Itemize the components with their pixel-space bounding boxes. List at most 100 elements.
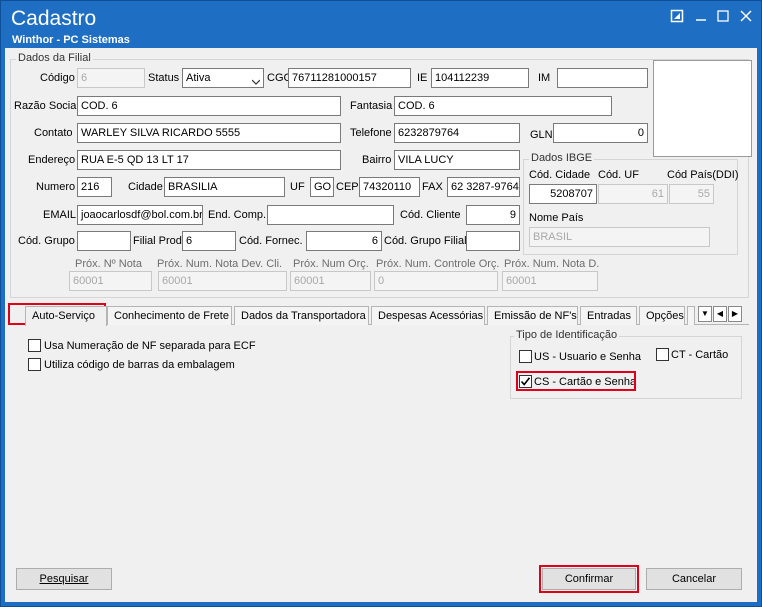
codigo-barras-label: Utiliza código de barras da embalagem: [44, 359, 235, 371]
im-label: IM: [538, 72, 551, 84]
email-field[interactable]: joaocarlosdf@bol.com.br: [77, 205, 203, 225]
ct-cartao-checkbox[interactable]: [656, 348, 669, 361]
prox-orc-label: Próx. Num Orç.: [293, 258, 369, 270]
chevron-down-icon: [251, 74, 261, 85]
contato-label: Contato: [34, 127, 73, 139]
tab-dados-transportadora[interactable]: Dados da Transportadora: [234, 306, 369, 325]
email-label: EMAIL: [43, 209, 77, 221]
numero-label: Numero: [36, 181, 76, 193]
razao-social-field[interactable]: COD. 6: [77, 96, 341, 116]
cod-uf-field[interactable]: 61: [598, 184, 668, 204]
codigo-label: Código: [40, 72, 75, 84]
cidade-label: Cidade: [128, 181, 163, 193]
gln-label: GLN: [530, 129, 553, 141]
status-select[interactable]: Ativa: [182, 68, 264, 88]
tab-entradas[interactable]: Entradas: [580, 306, 637, 325]
im-field[interactable]: [557, 68, 648, 88]
prox-nota-d-label: Próx. Num. Nota D.: [504, 258, 600, 270]
tab-menu-icon[interactable]: ▼: [698, 306, 712, 322]
cep-field[interactable]: 74320110: [359, 177, 420, 197]
cod-grupo-label: Cód. Grupo: [18, 235, 75, 247]
status-label: Status: [148, 72, 180, 84]
close-icon[interactable]: [738, 9, 754, 25]
prox-orc-field[interactable]: 60001: [290, 271, 371, 291]
cod-fornec-label: Cód. Fornec.: [239, 235, 303, 247]
cod-grupo-field[interactable]: [77, 231, 131, 251]
numero-field[interactable]: 216: [77, 177, 112, 197]
cidade-field[interactable]: BRASILIA: [164, 177, 285, 197]
restore-icon[interactable]: [669, 9, 685, 25]
ie-field[interactable]: 104112239: [431, 68, 529, 88]
window-title: Cadastro: [11, 7, 97, 30]
maximize-icon[interactable]: [715, 9, 731, 25]
tab-emissao-nfs[interactable]: Emissão de NF's: [487, 306, 578, 325]
bairro-field[interactable]: VILA LUCY: [394, 150, 520, 170]
dados-ibge-label: Dados IBGE: [529, 152, 595, 164]
tab-despesas-acessorias[interactable]: Despesas Acessórias: [371, 306, 485, 325]
fax-label: FAX: [422, 181, 443, 193]
endereco-label: Endereço: [28, 154, 76, 166]
cod-fornec-field[interactable]: 6: [306, 231, 382, 251]
minimize-icon[interactable]: [693, 9, 709, 25]
prox-dev-cli-field[interactable]: 60001: [158, 271, 287, 291]
highlight-confirmar-button: [539, 565, 639, 593]
cod-pais-label: Cód País(DDI): [667, 169, 739, 181]
cod-pais-field[interactable]: 55: [669, 184, 714, 204]
cod-uf-label: Cód. UF: [598, 169, 639, 181]
dados-filial-label: Dados da Filial: [16, 52, 93, 64]
form-client-area: Dados da Filial Código 6 Status Ativa CG…: [5, 48, 757, 602]
cod-cidade-label: Cód. Cidade: [529, 169, 591, 181]
codigo-barras-checkbox[interactable]: [28, 358, 41, 371]
tab-scroll-right-icon[interactable]: ▶: [728, 306, 742, 322]
prox-nota-label: Próx. Nº Nota: [75, 258, 142, 270]
cod-grupo-filial-label: Cód. Grupo Filial: [384, 235, 467, 247]
prox-dev-cli-label: Próx. Num. Nota Dev. Cli.: [157, 258, 283, 270]
cadastro-window: Cadastro Winthor - PC Sistemas Dados da …: [0, 0, 762, 607]
telefone-label: Telefone: [350, 127, 392, 139]
tab-scroll-left-icon[interactable]: ◀: [713, 306, 727, 322]
razao-social-label: Razão Social: [14, 100, 79, 112]
cod-cliente-field[interactable]: 9: [466, 205, 520, 225]
tab-auto-servico[interactable]: Auto-Serviço: [25, 306, 107, 326]
end-comp-field[interactable]: [267, 205, 394, 225]
pesquisar-button[interactable]: Pesquisar: [16, 568, 112, 590]
fantasia-label: Fantasia: [350, 100, 393, 112]
uf-field[interactable]: GO: [310, 177, 334, 197]
fax-field[interactable]: 62 3287-9764: [447, 177, 520, 197]
highlight-cs-option: [516, 371, 636, 391]
cod-cliente-label: Cód. Cliente: [400, 209, 461, 221]
ecf-numeracao-checkbox[interactable]: [28, 339, 41, 352]
nome-pais-label: Nome País: [529, 212, 584, 224]
ie-label: IE: [417, 72, 428, 84]
codigo-field[interactable]: 6: [77, 68, 145, 88]
fantasia-field[interactable]: COD. 6: [394, 96, 612, 116]
ct-cartao-label: CT - Cartão: [671, 349, 729, 361]
gln-field[interactable]: 0: [553, 123, 648, 143]
photo-box[interactable]: [653, 60, 752, 157]
tab-conhecimento-frete[interactable]: Conhecimento de Frete: [107, 306, 232, 325]
filial-prod-field[interactable]: 6: [182, 231, 236, 251]
status-value: Ativa: [186, 72, 211, 84]
tab-opcoes[interactable]: Opções: [639, 306, 685, 325]
window-subtitle: Winthor - PC Sistemas: [12, 34, 130, 46]
telefone-field[interactable]: 6232879764: [394, 123, 520, 143]
tipo-identificacao-label: Tipo de Identificação: [514, 329, 620, 341]
us-usuario-senha-label: US - Usuario e Senha: [534, 351, 641, 363]
cod-cidade-field[interactable]: 5208707: [529, 184, 597, 204]
prox-nota-field[interactable]: 60001: [69, 271, 152, 291]
tab-overflow[interactable]: [687, 306, 695, 325]
us-usuario-senha-checkbox[interactable]: [519, 350, 532, 363]
nome-pais-field[interactable]: BRASIL: [529, 227, 710, 247]
prox-controle-field[interactable]: 0: [374, 271, 498, 291]
endereco-field[interactable]: RUA E-5 QD 13 LT 17: [77, 150, 341, 170]
cep-label: CEP: [336, 181, 359, 193]
cgc-field[interactable]: 76711281000157: [288, 68, 411, 88]
title-bar[interactable]: Cadastro Winthor - PC Sistemas: [1, 1, 761, 48]
filial-prod-label: Filial Prod.: [133, 235, 185, 247]
cancelar-button[interactable]: Cancelar: [646, 568, 742, 590]
cod-grupo-filial-field[interactable]: [466, 231, 520, 251]
bairro-label: Bairro: [362, 154, 392, 166]
contato-field[interactable]: WARLEY SILVA RICARDO 5555: [77, 123, 341, 143]
prox-nota-d-field[interactable]: 60001: [502, 271, 598, 291]
prox-controle-label: Próx. Num. Controle Orç.: [376, 258, 500, 270]
